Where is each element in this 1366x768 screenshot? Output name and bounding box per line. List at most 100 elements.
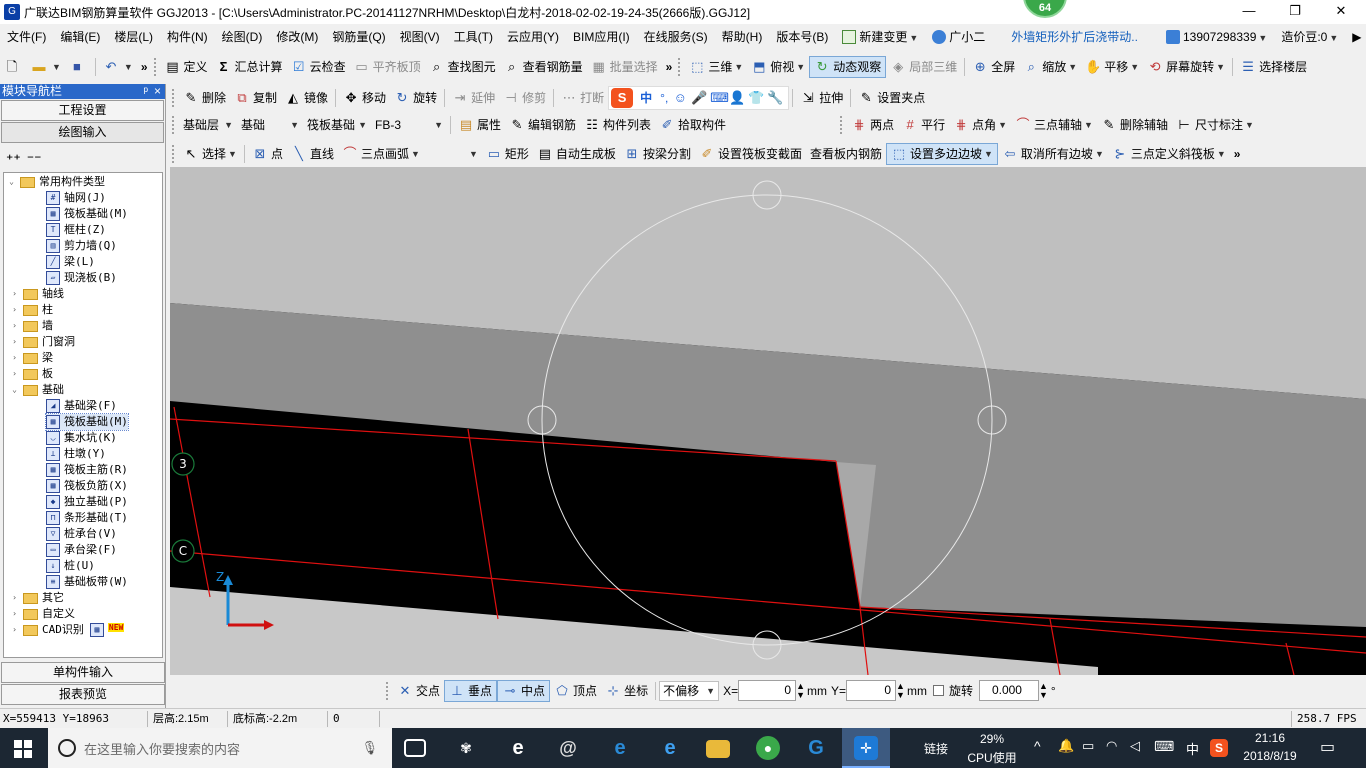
- internet-explorer-icon[interactable]: e: [658, 736, 682, 760]
- point-tool-button[interactable]: ⊠ 点: [248, 143, 287, 165]
- price-beans[interactable]: 造价豆:0 ▼: [1274, 26, 1345, 49]
- emoji-icon[interactable]: ☺: [672, 90, 688, 106]
- microphone-icon[interactable]: 🎙: [361, 740, 378, 756]
- delete-button[interactable]: ✎ 删除: [179, 87, 230, 109]
- menu-tools[interactable]: 工具(T): [447, 26, 500, 48]
- tree-node-wall[interactable]: › 墙: [10, 318, 53, 334]
- wrench-icon[interactable]: 🔧: [767, 90, 783, 106]
- cloud-check-button[interactable]: ☑ 云检查: [287, 56, 350, 78]
- move-button[interactable]: ✥ 移动: [339, 87, 390, 109]
- category-select[interactable]: 基础 ▼: [237, 114, 303, 135]
- tree-item-raft-neg-rebar[interactable]: ▦ 筏板负筋(X): [46, 478, 128, 494]
- glodon-ggj-icon[interactable]: ✛: [854, 736, 878, 760]
- tree-item-beam[interactable]: ╱ 梁(L): [46, 254, 95, 270]
- tree-node-openings[interactable]: › 门窗洞: [10, 334, 75, 350]
- three-point-axis-button[interactable]: ⌒ 三点辅轴 ▼: [1011, 114, 1097, 136]
- action-center-icon[interactable]: ▭: [1320, 737, 1335, 757]
- expand-all-icon[interactable]: ⁺⁺: [6, 151, 21, 168]
- notification-bell-icon[interactable]: 🔔: [1058, 738, 1074, 754]
- parallel-axis-button[interactable]: # 平行: [898, 114, 949, 136]
- tree-item-cap-beam[interactable]: ▭ 承台梁(F): [46, 542, 117, 558]
- element-list-button[interactable]: ☷ 构件列表: [580, 114, 655, 136]
- view-slab-rebar-button[interactable]: 查看板内钢筋: [806, 143, 886, 165]
- drawing-viewport[interactable]: 3 C Z: [170, 167, 1366, 675]
- menu-floor[interactable]: 楼层(L): [107, 26, 160, 48]
- tree-node-custom[interactable]: › 自定义: [10, 606, 75, 622]
- tree-node-slab[interactable]: › 板: [10, 366, 53, 382]
- x-offset-input[interactable]: 0: [738, 680, 797, 701]
- tree-node-other[interactable]: › 其它: [10, 590, 64, 606]
- menu-component[interactable]: 构件(N): [160, 26, 215, 48]
- batch-select-button[interactable]: ▦ 批量选择: [587, 56, 662, 78]
- x-spinner[interactable]: ▲ ▼: [796, 681, 805, 700]
- tree-node-foundation[interactable]: ⌄ 基础: [10, 382, 64, 398]
- open-file-button[interactable]: ▬ ▼: [27, 56, 65, 78]
- y-offset-input[interactable]: 0: [846, 680, 897, 701]
- view-rebar-qty-button[interactable]: ⌕ 查看钢筋量: [500, 56, 587, 78]
- toolbar4-overflow-button[interactable]: »: [1230, 143, 1245, 165]
- extend-button[interactable]: ⇥ 延伸: [448, 87, 499, 109]
- ime-indicator[interactable]: 中: [1186, 739, 1199, 758]
- y-spinner[interactable]: ▲ ▼: [896, 681, 905, 700]
- auto-gen-slab-button[interactable]: ▤ 自动生成板: [533, 143, 620, 165]
- project-settings-tab[interactable]: 工程设置: [1, 100, 164, 121]
- keyboard-icon[interactable]: ⌨: [710, 90, 729, 106]
- snap-vertex-button[interactable]: ⬠ 顶点: [550, 680, 601, 702]
- menu-cloud[interactable]: 云应用(Y): [500, 26, 566, 48]
- menu-bim[interactable]: BIM应用(I): [566, 26, 637, 48]
- tree-node-axis[interactable]: › 轴线: [10, 286, 64, 302]
- property-button[interactable]: ▤ 属性: [454, 114, 505, 136]
- rotate-checkbox[interactable]: [932, 685, 944, 696]
- offset-mode-select[interactable]: 不偏移 ▼: [659, 680, 720, 701]
- tree-item-sump[interactable]: ◡ 集水坑(K): [46, 430, 117, 446]
- taskbar-search[interactable]: 在这里输入你要搜索的内容 🎙: [48, 728, 392, 768]
- tree-item-axis-grid[interactable]: # 轴网(J): [46, 190, 106, 206]
- windows-start-icon[interactable]: [14, 740, 32, 758]
- ime-toolbar[interactable]: S 中 °, ☺ 🎤 ⌨ 👤 👕 🔧: [608, 85, 790, 110]
- point-angle-button[interactable]: ⋕ 点角 ▼: [949, 114, 1011, 136]
- tree-item-strip-footing[interactable]: ⊓ 条形基础(T): [46, 510, 128, 526]
- find-element-button[interactable]: ⌕ 查找图元: [425, 56, 500, 78]
- tree-node-common[interactable]: ⌄ 常用构件类型: [7, 174, 105, 190]
- flush-top-button[interactable]: ▭ 平齐板顶: [350, 56, 425, 78]
- set-multi-slope-button[interactable]: ⬚ 设置多边边坡 ▼: [885, 142, 998, 165]
- ie-shell-icon[interactable]: e: [506, 736, 530, 760]
- viewport-canvas[interactable]: 3 C Z: [170, 167, 1366, 675]
- close-icon[interactable]: ×: [154, 84, 161, 99]
- trim-button[interactable]: ⊣ 修剪: [499, 87, 550, 109]
- menu-version[interactable]: 版本号(B): [769, 26, 835, 48]
- user-center-icon[interactable]: 👤: [729, 90, 745, 106]
- cancel-all-slopes-button[interactable]: ⇦ 取消所有边坡 ▼: [998, 143, 1108, 165]
- menu-scroll[interactable]: ▶: [1345, 26, 1366, 48]
- rotate-input[interactable]: 0.000: [978, 680, 1039, 701]
- save-button[interactable]: ■: [65, 56, 92, 78]
- stretch-button[interactable]: ⇲ 拉伸: [796, 87, 847, 109]
- rect-tool-button[interactable]: ▭ 矩形: [482, 143, 533, 165]
- two-point-axis-button[interactable]: ⋕ 两点: [847, 114, 898, 136]
- three-d-button[interactable]: ⬚ 三维 ▼: [685, 56, 747, 78]
- ime-lang[interactable]: 中: [640, 89, 652, 106]
- tray-expand-icon[interactable]: ^: [1034, 738, 1041, 754]
- define-button[interactable]: ▤ 定义: [161, 56, 212, 78]
- assistant-menu[interactable]: 广小二: [925, 26, 992, 48]
- tree-item-isolated-footing[interactable]: ◆ 独立基础(P): [46, 494, 128, 510]
- set-raft-section-button[interactable]: ✐ 设置筏板变截面: [695, 143, 806, 165]
- toolbar-overflow-button[interactable]: »: [137, 56, 152, 78]
- snap-coordinate-button[interactable]: ⊹ 坐标: [601, 680, 652, 702]
- menu-view[interactable]: 视图(V): [393, 26, 447, 48]
- pan-button[interactable]: ✋ 平移 ▼: [1081, 56, 1143, 78]
- toolbar1-overflow-button[interactable]: »: [662, 56, 677, 78]
- skin-icon[interactable]: 👕: [748, 90, 764, 106]
- file-explorer-icon[interactable]: [706, 740, 730, 758]
- link-toolbar[interactable]: 链接: [916, 740, 956, 757]
- pin-icon[interactable]: ᵖ: [143, 84, 148, 99]
- network-icon[interactable]: ▭: [1082, 738, 1094, 754]
- menu-edit[interactable]: 编辑(E): [53, 26, 107, 48]
- menu-modify[interactable]: 修改(M): [269, 26, 325, 48]
- tree-item-frame-column[interactable]: T 框柱(Z): [46, 222, 106, 238]
- volume-icon[interactable]: ◁: [1130, 738, 1140, 754]
- tree-item-foundation-beam[interactable]: ◢ 基础梁(F): [46, 398, 117, 414]
- wifi-icon[interactable]: ◠: [1106, 738, 1117, 754]
- keyboard-tray-icon[interactable]: ⌨: [1154, 738, 1174, 755]
- rotate-button[interactable]: ↻ 旋转: [390, 87, 441, 109]
